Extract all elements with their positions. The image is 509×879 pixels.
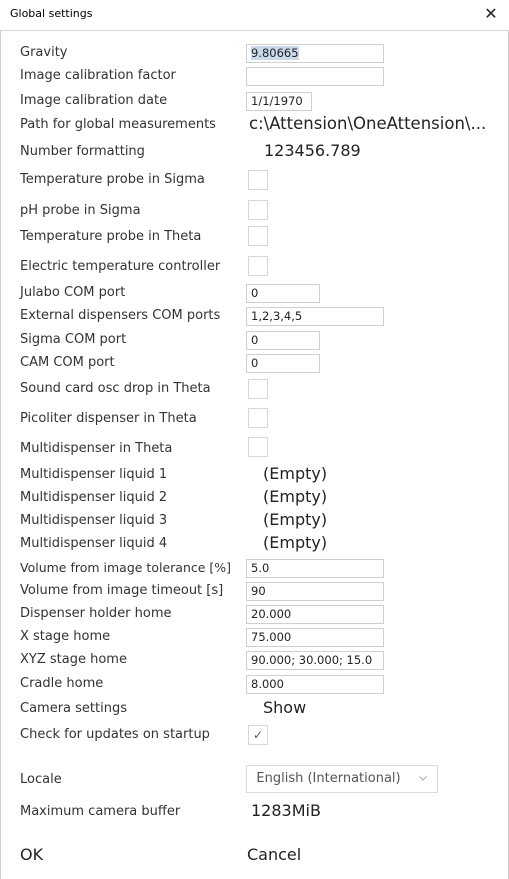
xyz-stage-home-label: XYZ stage home	[20, 652, 127, 667]
external-dispensers-com-ports-label: External dispensers COM ports	[20, 308, 221, 323]
multidispenser-liquid-4-value[interactable]: (Empty)	[263, 533, 327, 552]
multidispenser-liquid-2-value[interactable]: (Empty)	[263, 487, 327, 506]
volume-timeout-input[interactable]: 90	[246, 582, 384, 601]
picoliter-dispenser-label: Picoliter dispenser in Theta	[20, 411, 197, 426]
image-calibration-factor-label: Image calibration factor	[20, 68, 176, 83]
volume-tolerance-label: Volume from image tolerance [%]	[20, 560, 232, 575]
title-bar: Global settings ✕	[0, 0, 509, 31]
locale-value: English (International)	[256, 771, 401, 786]
multidispenser-theta-checkbox[interactable]	[248, 437, 268, 457]
external-dispensers-com-ports-input[interactable]: 1,2,3,4,5	[246, 307, 384, 326]
cam-com-port-input[interactable]: 0	[246, 354, 320, 373]
settings-panel: Gravity 9.80665 Image calibration factor…	[0, 31, 509, 879]
temp-probe-theta-checkbox[interactable]	[248, 226, 268, 246]
close-icon[interactable]: ✕	[481, 2, 501, 26]
multidispenser-liquid-3-label: Multidispenser liquid 3	[20, 513, 168, 528]
julabo-com-port-label: Julabo COM port	[20, 285, 126, 300]
multidispenser-liquid-2-label: Multidispenser liquid 2	[20, 490, 168, 505]
ph-probe-sigma-label: pH probe in Sigma	[20, 203, 141, 218]
path-global-measurements-value[interactable]: c:\Attension\OneAttension\...	[249, 114, 486, 133]
image-calibration-date-input[interactable]: 1/1/1970	[246, 92, 312, 111]
number-formatting-label: Number formatting	[20, 144, 145, 159]
image-calibration-date-label: Image calibration date	[20, 93, 168, 108]
number-formatting-value[interactable]: 123456.789	[264, 141, 361, 160]
dispenser-holder-home-label: Dispenser holder home	[20, 606, 172, 621]
julabo-com-port-input[interactable]: 0	[246, 284, 320, 303]
cradle-home-label: Cradle home	[20, 676, 104, 691]
dispenser-holder-home-input[interactable]: 20.000	[246, 605, 384, 624]
multidispenser-liquid-1-label: Multidispenser liquid 1	[20, 467, 168, 482]
locale-label: Locale	[20, 772, 62, 787]
multidispenser-liquid-1-value[interactable]: (Empty)	[263, 464, 327, 483]
cancel-button[interactable]: Cancel	[247, 845, 301, 864]
window-title: Global settings	[10, 7, 93, 20]
x-stage-home-input[interactable]: 75.000	[246, 628, 384, 647]
xyz-stage-home-input[interactable]: 90.000; 30.000; 15.0	[246, 651, 384, 670]
volume-timeout-label: Volume from image timeout [s]	[20, 583, 224, 598]
electric-temp-controller-checkbox[interactable]	[248, 256, 268, 276]
sigma-com-port-label: Sigma COM port	[20, 332, 127, 347]
volume-tolerance-input[interactable]: 5.0	[246, 559, 384, 578]
path-global-measurements-label: Path for global measurements	[20, 117, 216, 132]
picoliter-dispenser-checkbox[interactable]	[248, 408, 268, 428]
temp-probe-sigma-label: Temperature probe in Sigma	[20, 172, 205, 187]
electric-temp-controller-label: Electric temperature controller	[20, 259, 221, 274]
chevron-down-icon	[419, 776, 427, 781]
image-calibration-factor-input[interactable]	[246, 67, 384, 86]
sound-card-osc-drop-checkbox[interactable]	[248, 379, 268, 399]
camera-settings-label: Camera settings	[20, 701, 127, 716]
max-camera-buffer-label: Maximum camera buffer	[20, 804, 181, 819]
temp-probe-sigma-checkbox[interactable]	[248, 170, 268, 190]
camera-settings-show-button[interactable]: Show	[263, 698, 306, 717]
temp-probe-theta-label: Temperature probe in Theta	[20, 229, 202, 244]
gravity-label: Gravity	[20, 45, 68, 60]
multidispenser-liquid-4-label: Multidispenser liquid 4	[20, 536, 168, 551]
cam-com-port-label: CAM COM port	[20, 355, 115, 370]
sigma-com-port-input[interactable]: 0	[246, 331, 320, 350]
multidispenser-theta-label: Multidispenser in Theta	[20, 441, 173, 456]
cradle-home-input[interactable]: 8.000	[246, 675, 384, 694]
x-stage-home-label: X stage home	[20, 629, 111, 644]
max-camera-buffer-value: 1283MiB	[251, 801, 321, 820]
sound-card-osc-drop-label: Sound card osc drop in Theta	[20, 381, 211, 396]
ph-probe-sigma-checkbox[interactable]	[248, 200, 268, 220]
ok-button[interactable]: OK	[20, 845, 43, 864]
check-updates-label: Check for updates on startup	[20, 727, 210, 742]
check-updates-checkbox[interactable]: ✓	[248, 725, 268, 745]
gravity-input[interactable]: 9.80665	[246, 44, 384, 63]
locale-select[interactable]: English (International)	[246, 765, 438, 793]
multidispenser-liquid-3-value[interactable]: (Empty)	[263, 510, 327, 529]
